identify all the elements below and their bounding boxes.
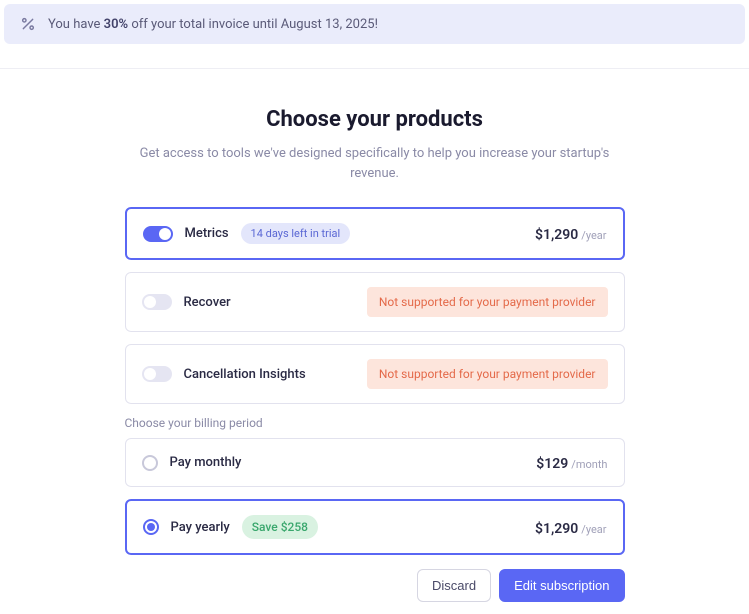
billing-option-monthly[interactable]: Pay monthly $129/month bbox=[125, 438, 625, 487]
toggle-metrics[interactable] bbox=[143, 226, 173, 242]
product-name: Cancellation Insights bbox=[184, 367, 306, 382]
billing-option-label: Pay yearly bbox=[171, 520, 230, 535]
discount-banner: You have 30% off your total invoice unti… bbox=[4, 4, 745, 44]
unsupported-badge: Not supported for your payment provider bbox=[367, 359, 608, 389]
product-card-metrics[interactable]: Metrics 14 days left in trial $1,290/yea… bbox=[125, 207, 625, 260]
banner-text: You have 30% off your total invoice unti… bbox=[48, 17, 378, 32]
billing-option-yearly[interactable]: Pay yearly Save $258 $1,290/year bbox=[125, 499, 625, 555]
product-card-cancellation-insights[interactable]: Cancellation Insights Not supported for … bbox=[125, 344, 625, 404]
footer-actions: Discard Edit subscription bbox=[125, 569, 625, 614]
save-badge: Save $258 bbox=[242, 515, 318, 539]
radio-yearly[interactable] bbox=[143, 519, 159, 535]
billing-price: $129/month bbox=[536, 453, 607, 472]
product-name: Recover bbox=[184, 295, 231, 310]
trial-badge: 14 days left in trial bbox=[241, 223, 351, 244]
unsupported-badge: Not supported for your payment provider bbox=[367, 287, 608, 317]
radio-monthly[interactable] bbox=[142, 455, 158, 471]
page-subtitle: Get access to tools we've designed speci… bbox=[125, 144, 625, 183]
divider bbox=[0, 68, 749, 69]
product-name: Metrics bbox=[185, 226, 229, 241]
page-title: Choose your products bbox=[125, 107, 625, 132]
product-price: $1,290/year bbox=[535, 224, 607, 243]
discard-button[interactable]: Discard bbox=[417, 569, 491, 602]
billing-price: $1,290/year bbox=[535, 518, 607, 537]
percent-icon bbox=[18, 14, 38, 34]
billing-option-label: Pay monthly bbox=[170, 455, 242, 470]
toggle-recover[interactable] bbox=[142, 294, 172, 310]
product-card-recover[interactable]: Recover Not supported for your payment p… bbox=[125, 272, 625, 332]
edit-subscription-button[interactable]: Edit subscription bbox=[499, 569, 624, 602]
toggle-cancellation-insights[interactable] bbox=[142, 366, 172, 382]
billing-section-label: Choose your billing period bbox=[125, 416, 625, 430]
